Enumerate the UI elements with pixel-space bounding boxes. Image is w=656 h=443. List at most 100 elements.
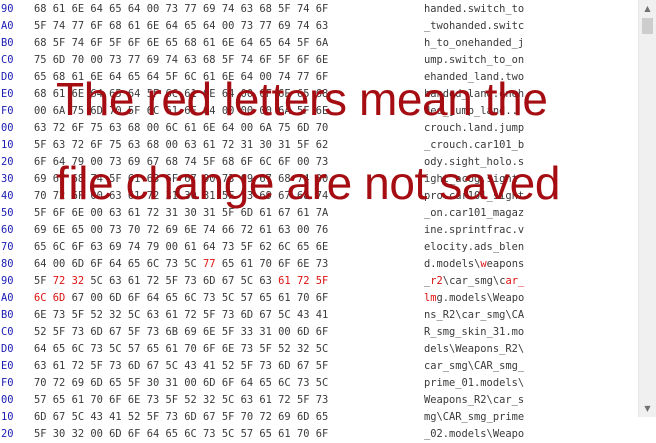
ascii-text[interactable]: _twohanded.switc [424, 18, 524, 35]
hex-byte[interactable]: 00 [278, 326, 291, 338]
hex-byte[interactable]: 64 [34, 258, 47, 270]
hex-byte[interactable]: 6D [53, 54, 66, 66]
hex-bytes[interactable]: 5F 72 32 5C 63 61 72 5F 73 6D 67 5C 63 6… [34, 273, 328, 290]
hex-byte[interactable]: 5F [34, 20, 47, 32]
hex-byte[interactable]: 52 [184, 394, 197, 406]
hex-byte[interactable]: 63 [53, 139, 66, 151]
hex-byte[interactable]: 5F [278, 54, 291, 66]
hex-byte[interactable]: 65 [259, 428, 272, 440]
hex-byte[interactable]: 69 [147, 54, 160, 66]
hex-byte[interactable]: 6D [278, 360, 291, 372]
hex-byte[interactable]: 67 [147, 360, 160, 372]
hex-byte[interactable]: 5F [165, 275, 178, 287]
hex-byte[interactable]: 5F [297, 139, 310, 151]
hex-byte[interactable]: 67 [53, 411, 66, 423]
hex-byte[interactable]: 77 [72, 20, 85, 32]
hex-byte[interactable]: 67 [109, 326, 122, 338]
hex-bytes[interactable]: 68 5F 74 6F 5F 6F 6E 65 68 61 6E 64 65 6… [34, 35, 328, 52]
hex-byte[interactable]: 68 [147, 139, 160, 151]
hex-byte[interactable]: 6C [184, 292, 197, 304]
hex-byte[interactable]: 61 [241, 258, 254, 270]
hex-byte[interactable]: 70 [241, 411, 254, 423]
hex-byte[interactable]: 67 [222, 275, 235, 287]
hex-byte[interactable]: 6D [53, 292, 66, 304]
hex-byte[interactable]: 6E [72, 3, 85, 15]
hex-byte[interactable]: 64 [241, 37, 254, 49]
hex-byte[interactable]: 74 [297, 20, 310, 32]
hex-byte[interactable]: 43 [297, 309, 310, 321]
hex-byte[interactable]: 79 [147, 241, 160, 253]
hex-row[interactable]: 10 5F 63 72 6F 75 63 68 00 63 61 72 31 30… [0, 137, 638, 154]
hex-row[interactable]: B0 6E 73 5F 52 32 5C 63 61 72 5F 73 6D 67… [0, 307, 638, 324]
hex-byte[interactable]: 65 [165, 428, 178, 440]
hex-byte[interactable]: 72 [278, 394, 291, 406]
hex-byte[interactable]: 5F [222, 411, 235, 423]
hex-byte[interactable]: 00 [165, 241, 178, 253]
hex-byte[interactable]: 62 [259, 241, 272, 253]
hex-byte[interactable]: 5C [90, 275, 103, 287]
hex-byte[interactable]: 61 [203, 37, 216, 49]
hex-byte[interactable]: 6D [90, 377, 103, 389]
hex-byte[interactable]: 63 [316, 20, 329, 32]
hex-byte[interactable]: 6E [53, 224, 66, 236]
hex-byte[interactable]: 6E [316, 54, 329, 66]
hex-byte[interactable]: 64 [165, 20, 178, 32]
hex-byte[interactable]: 61 [259, 224, 272, 236]
ascii-text[interactable]: dels\Weapons_R2\ [424, 341, 524, 358]
hex-byte[interactable]: 6E [203, 326, 216, 338]
hex-byte[interactable]: 64 [241, 377, 254, 389]
hex-bytes[interactable]: 6D 67 5C 43 41 52 5F 73 6D 67 5F 70 72 6… [34, 409, 328, 426]
hex-byte[interactable]: 72 [241, 224, 254, 236]
hex-byte[interactable]: 6C [72, 343, 85, 355]
hex-byte[interactable]: 70 [90, 394, 103, 406]
hex-byte[interactable]: 5C [316, 377, 329, 389]
hex-byte[interactable]: 73 [241, 20, 254, 32]
hex-byte[interactable]: 65 [222, 258, 235, 270]
hex-byte[interactable]: 73 [203, 428, 216, 440]
hex-byte[interactable]: 64 [203, 241, 216, 253]
hex-row[interactable]: 90 68 61 6E 64 65 64 00 73 77 69 74 63 68… [0, 1, 638, 18]
hex-byte[interactable]: 65 [34, 241, 47, 253]
hex-byte[interactable]: 63 [184, 139, 197, 151]
hex-byte[interactable]: 72 [53, 377, 66, 389]
hex-byte[interactable]: 73 [184, 275, 197, 287]
hex-byte[interactable]: 6E [316, 241, 329, 253]
hex-byte[interactable]: 64 [203, 20, 216, 32]
hex-byte[interactable]: 72 [259, 411, 272, 423]
hex-byte[interactable]: 5F [278, 3, 291, 15]
hex-byte[interactable]: 68 [184, 37, 197, 49]
hex-bytes[interactable]: 69 6E 65 00 73 70 72 69 6E 74 66 72 61 6… [34, 222, 328, 239]
hex-byte[interactable]: 6D [34, 411, 47, 423]
hex-row[interactable]: 60 69 6E 65 00 73 70 72 69 6E 74 66 72 61… [0, 222, 638, 239]
hex-byte[interactable]: 72 [222, 139, 235, 151]
ascii-text[interactable]: d.models\weapons [424, 256, 524, 273]
hex-byte[interactable]: 6F [109, 394, 122, 406]
hex-byte[interactable]: 61 [53, 3, 66, 15]
hex-byte[interactable]: 6F [128, 428, 141, 440]
hex-byte[interactable]: 70 [259, 258, 272, 270]
hex-bytes[interactable]: 65 6C 6F 63 69 74 79 00 61 64 73 5F 62 6… [34, 239, 328, 256]
hex-row[interactable]: C0 75 6D 70 00 73 77 69 74 63 68 5F 74 6F… [0, 52, 638, 69]
hex-byte[interactable]: 65 [259, 37, 272, 49]
hex-byte[interactable]: 5F [147, 411, 160, 423]
hex-byte[interactable]: 68 [34, 88, 47, 100]
hex-byte[interactable]: 6F [316, 326, 329, 338]
hex-row[interactable]: F0 70 72 69 6D 65 5F 30 31 00 6D 6F 64 65… [0, 375, 638, 392]
hex-byte[interactable]: 6F [316, 3, 329, 15]
hex-byte[interactable]: 6E [222, 37, 235, 49]
hex-byte[interactable]: 6F [316, 428, 329, 440]
hex-byte[interactable]: 69 [184, 326, 197, 338]
hex-byte[interactable]: 68 [109, 20, 122, 32]
hex-byte[interactable]: 64 [90, 3, 103, 15]
hex-byte[interactable]: 43 [184, 360, 197, 372]
hex-byte[interactable]: 32 [203, 394, 216, 406]
ascii-text[interactable]: elocity.ads_blen [424, 239, 524, 256]
hex-byte[interactable]: 68 [34, 37, 47, 49]
hex-byte[interactable]: 74 [128, 241, 141, 253]
hex-row[interactable]: B0 68 5F 74 6F 5F 6F 6E 65 68 61 6E 64 65… [0, 35, 638, 52]
hex-byte[interactable]: 69 [278, 20, 291, 32]
hex-byte[interactable]: 69 [72, 377, 85, 389]
hex-byte[interactable]: 6F [203, 343, 216, 355]
hex-byte[interactable]: 5F [53, 37, 66, 49]
hex-row[interactable]: 20 5F 30 32 00 6D 6F 64 65 6C 73 5C 57 65… [0, 426, 638, 443]
